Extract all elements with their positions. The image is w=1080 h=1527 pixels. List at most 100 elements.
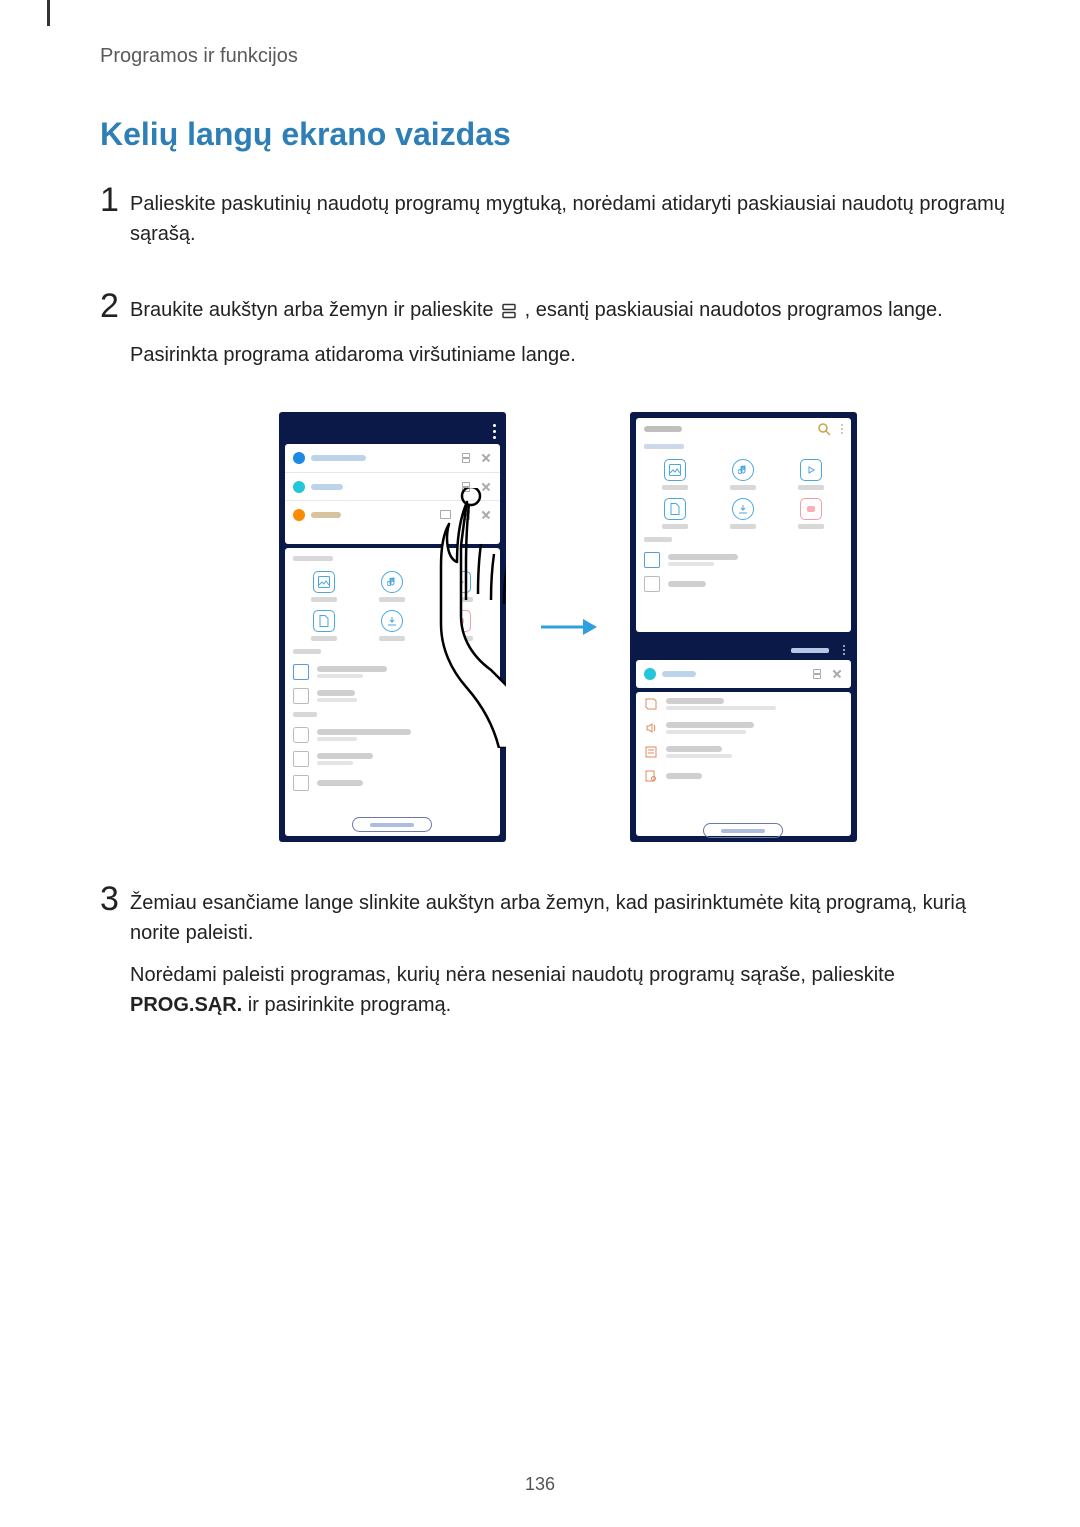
- cloud-icon: [293, 727, 309, 743]
- more-icon: [841, 424, 843, 434]
- list-item: [285, 723, 500, 747]
- drive-icon: [293, 751, 309, 767]
- app-name-blur: [311, 484, 343, 490]
- audio-icon: [732, 459, 754, 481]
- recent-app-row: [285, 500, 500, 528]
- images-icon: [313, 571, 335, 593]
- applist-label-blur: [791, 648, 829, 653]
- step-2-line2: Pasirinkta programa atidaroma viršutinia…: [130, 340, 943, 370]
- video-icon: [800, 459, 822, 481]
- step-3-p2-pre: Norėdami paleisti programas, kurių nėra …: [130, 964, 895, 986]
- settings-row: [636, 716, 851, 740]
- step-3-p2-bold: PROG.SĄR.: [130, 994, 242, 1016]
- category-row: [636, 494, 851, 533]
- label-blur: [730, 524, 756, 529]
- popup-icon: [440, 509, 452, 521]
- bottom-header: [636, 640, 851, 660]
- connections-icon: [644, 697, 658, 711]
- split-screen-icon: [811, 668, 823, 680]
- app-name-blur: [662, 671, 696, 677]
- label-blur: [379, 597, 405, 602]
- step-3: 3 Žemiau esančiame lange slinkite aukšty…: [100, 882, 1005, 1032]
- step-1-text: Palieskite paskutinių naudotų programų m…: [130, 189, 1005, 249]
- onedrive-icon: [293, 775, 309, 791]
- bottom-select-panel: [636, 640, 851, 836]
- downloads-icon: [732, 498, 754, 520]
- audio-icon: [381, 571, 403, 593]
- phone-left: [279, 412, 506, 842]
- settings-row: [636, 692, 851, 716]
- page-number: 136: [0, 1474, 1080, 1495]
- step-2-number: 2: [100, 289, 130, 323]
- close-all-button: [352, 817, 432, 832]
- storage-icon: [644, 552, 660, 568]
- step-3-p1: Žemiau esančiame lange slinkite aukštyn …: [130, 888, 1005, 948]
- label-blur: [447, 597, 473, 602]
- category-row: [636, 455, 851, 494]
- app-icon: [293, 452, 305, 464]
- title-blur: [644, 426, 682, 432]
- category-row: [285, 606, 500, 645]
- more-icon: [843, 645, 845, 655]
- step-3-p2-post: ir pasirinkite programą.: [242, 994, 451, 1016]
- label-blur: [662, 524, 688, 529]
- app-icon: [293, 509, 305, 521]
- split-screen-icon: [501, 298, 517, 328]
- label-blur: [662, 485, 688, 490]
- step-3-number: 3: [100, 882, 130, 916]
- close-icon: [480, 452, 492, 464]
- close-icon: [831, 668, 843, 680]
- top-app-panel: [636, 418, 851, 632]
- more-icon: [493, 424, 496, 439]
- close-icon: [480, 481, 492, 493]
- step-1-number: 1: [100, 183, 130, 217]
- notifications-icon: [644, 745, 658, 759]
- downloads-icon: [381, 610, 403, 632]
- section-label: [285, 556, 500, 565]
- list-item: [285, 684, 500, 708]
- display-icon: [644, 769, 658, 783]
- label-blur: [798, 524, 824, 529]
- search-icon: [817, 422, 831, 436]
- split-screen-icon: [460, 509, 472, 521]
- documents-icon: [664, 498, 686, 520]
- app-name-blur: [311, 512, 341, 518]
- breadcrumb: Programos ir funkcijos: [100, 45, 1005, 68]
- settings-preview: [636, 692, 851, 836]
- split-handle: [728, 632, 758, 638]
- phone-right: [630, 412, 857, 842]
- app-name-blur: [311, 455, 366, 461]
- section-label: [636, 444, 851, 453]
- storage-icon: [293, 664, 309, 680]
- settings-row: [636, 740, 851, 764]
- app-icon: [644, 668, 656, 680]
- step-2-line1: Braukite aukštyn arba žemyn ir palieskit…: [130, 295, 943, 328]
- step-3-p2: Norėdami paleisti programas, kurių nėra …: [130, 960, 1005, 1020]
- label-blur: [730, 485, 756, 490]
- step-1: 1 Palieskite paskutinių naudotų programų…: [100, 183, 1005, 261]
- apk-icon: [449, 610, 471, 632]
- images-icon: [664, 459, 686, 481]
- close-icon: [480, 509, 492, 521]
- sound-icon: [644, 721, 658, 735]
- phone-left-topbar: [279, 418, 506, 444]
- label-blur: [798, 485, 824, 490]
- apk-icon: [800, 498, 822, 520]
- label-blur: [447, 636, 473, 641]
- step-2: 2 Braukite aukštyn arba žemyn ir paliesk…: [100, 289, 1005, 382]
- label-blur: [379, 636, 405, 641]
- files-panel: [285, 548, 500, 836]
- split-screen-icon: [460, 481, 472, 493]
- list-item: [285, 747, 500, 771]
- section-label: [285, 712, 500, 721]
- list-item: [285, 660, 500, 684]
- section-title: Kelių langų ekrano vaizdas: [100, 116, 1005, 153]
- split-screen-icon: [460, 452, 472, 464]
- video-icon: [449, 571, 471, 593]
- recent-app-row: [636, 660, 851, 688]
- step-2-line1-post: , esantį paskiausiai naudotos programos …: [525, 299, 943, 321]
- list-item: [285, 771, 500, 795]
- section-label: [636, 537, 851, 546]
- recent-apps-panel: [285, 444, 500, 544]
- list-item: [636, 548, 851, 572]
